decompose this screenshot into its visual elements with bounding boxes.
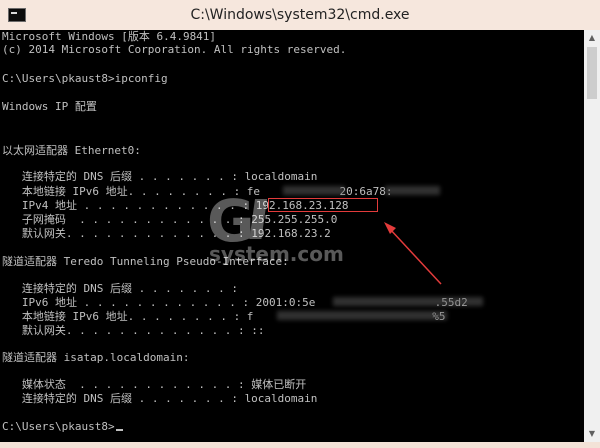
console-line: 连接特定的 DNS 后缀 . . . . . . . : localdomain [2, 392, 318, 405]
console-line: 子网掩码 . . . . . . . . . . . . : 255.255.2… [2, 213, 338, 226]
console-line: 默认网关. . . . . . . . . . . . . : :: [2, 324, 265, 337]
scroll-thumb[interactable] [587, 47, 597, 99]
console-line: (c) 2014 Microsoft Corporation. All righ… [2, 43, 347, 56]
title-bar[interactable]: C:\Windows\system32\cmd.exe [0, 0, 600, 30]
redaction-blur [277, 311, 447, 320]
redaction-blur [333, 297, 483, 306]
redaction-blur [385, 186, 440, 195]
window-bottom-border [0, 442, 600, 448]
console-output[interactable]: Microsoft Windows [版本 6.4.9841] (c) 2014… [0, 30, 584, 442]
cmd-window: C:\Windows\system32\cmd.exe Microsoft Wi… [0, 0, 600, 448]
console-line: 默认网关. . . . . . . . . . . . . : 192.168.… [2, 227, 331, 240]
console-line: C:\Users\pkaust8>ipconfig [2, 72, 168, 85]
console-line: Windows IP 配置 [2, 100, 97, 113]
console-line: 媒体状态 . . . . . . . . . . . . : 媒体已断开 [2, 378, 307, 391]
console-line: Microsoft Windows [版本 6.4.9841] [2, 30, 217, 43]
window-title: C:\Windows\system32\cmd.exe [190, 7, 410, 23]
console-line: 连接特定的 DNS 后缀 . . . . . . . : localdomain [2, 170, 318, 183]
text-cursor [115, 429, 123, 431]
redaction-blur [283, 186, 345, 195]
scroll-down-arrow-icon[interactable]: ▼ [584, 426, 600, 442]
console-line: 隧道适配器 Teredo Tunneling Pseudo-Interface: [2, 255, 289, 268]
console-line: 以太网适配器 Ethernet0: [2, 144, 141, 157]
ipv4-highlight-box [268, 198, 378, 212]
vertical-scrollbar[interactable]: ▲ ▼ [584, 30, 600, 442]
console-line: 连接特定的 DNS 后缀 . . . . . . . : [2, 282, 238, 295]
console-line: 隧道适配器 isatap.localdomain: [2, 351, 190, 364]
scroll-up-arrow-icon[interactable]: ▲ [584, 30, 600, 46]
prompt-text: C:\Users\pkaust8> [2, 420, 115, 433]
prompt-line[interactable]: C:\Users\pkaust8> [2, 420, 123, 433]
